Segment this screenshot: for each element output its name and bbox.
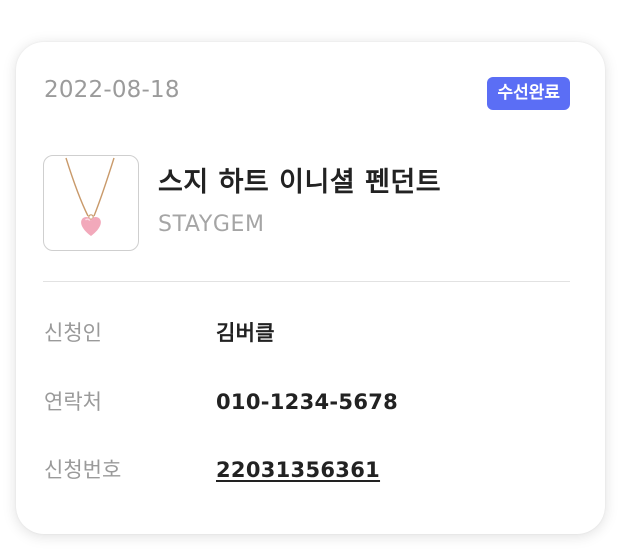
status-badge: 수선완료 xyxy=(487,77,570,110)
product-name[interactable]: 스지 하트 이니셜 펜던트 xyxy=(158,166,441,200)
brand-name: STAYGEM xyxy=(158,212,265,237)
applicant-label: 신청인 xyxy=(44,321,102,345)
request-number-label: 신청번호 xyxy=(44,458,122,482)
request-number-link[interactable]: 22031356361 xyxy=(216,456,380,484)
repair-order-card[interactable]: 2022-08-18 수선완료 스지 하트 이니셜 펜던트 STAYGEM 신청… xyxy=(16,42,605,534)
heart-pendant-necklace-image xyxy=(65,157,115,236)
product-thumbnail[interactable] xyxy=(43,155,139,251)
contact-label: 연락처 xyxy=(44,390,102,414)
applicant-value: 김버클 xyxy=(216,321,275,345)
contact-value: 010-1234-5678 xyxy=(216,390,399,414)
order-date: 2022-08-18 xyxy=(44,77,180,103)
divider xyxy=(43,281,570,282)
